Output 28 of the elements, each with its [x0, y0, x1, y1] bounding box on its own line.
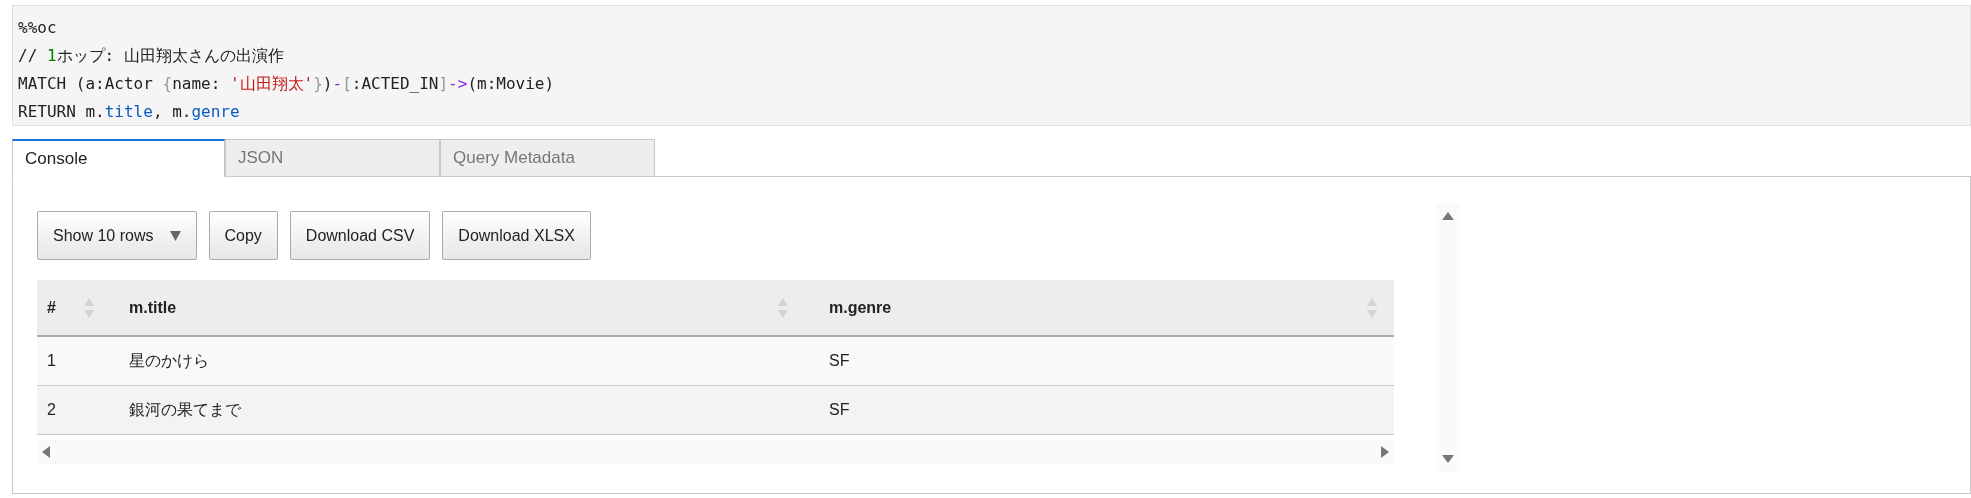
toolbar-button[interactable]: Download XLSX [442, 211, 591, 260]
code-line: // 1ホップ: 山田翔太さんの出演作 [18, 45, 284, 67]
table-cell: 1 [47, 351, 56, 369]
table-cell: 銀河の果てまで [129, 400, 241, 418]
column-header[interactable]: m.title [129, 295, 177, 320]
vertical-scrollbar[interactable] [1436, 203, 1460, 472]
code-line: MATCH (a:Actor {name: '山田翔太'})-[:ACTED_IN]->(m:Movie) [18, 73, 555, 95]
tab[interactable]: Query Metadata [440, 139, 655, 177]
code-line: %%oc [18, 17, 57, 39]
code-line: RETURN m.title, m.genre [18, 101, 240, 123]
toolbar-button[interactable]: Download CSV [289, 211, 431, 260]
scroll-right-icon[interactable] [1380, 445, 1390, 458]
scroll-down-icon[interactable] [1442, 454, 1454, 464]
toolbar-button[interactable]: Copy [208, 211, 278, 260]
table-cell: 2 [47, 400, 56, 418]
column-header[interactable]: # [47, 295, 56, 320]
scroll-left-icon[interactable] [41, 445, 51, 458]
caret-icon [169, 230, 181, 241]
rows-dropdown[interactable]: Show 10 rows [37, 211, 197, 260]
scroll-up-icon[interactable] [1442, 211, 1454, 221]
table-cell: SF [829, 351, 850, 369]
column-header[interactable]: m.genre [829, 295, 892, 320]
code-cell[interactable]: %%oc // 1ホップ: 山田翔太さんの出演作 MATCH (a:Actor {name: '山田翔太'})-[:ACTED_IN]->(m:Movie) RETURN m.title, m.genre [12, 5, 1971, 126]
table-cell: 星のかけら [129, 351, 209, 369]
tab[interactable]: Console [12, 139, 225, 177]
horizontal-scrollbar[interactable] [37, 439, 1394, 464]
table-cell: SF [829, 400, 850, 418]
tab[interactable]: JSON [225, 139, 440, 177]
